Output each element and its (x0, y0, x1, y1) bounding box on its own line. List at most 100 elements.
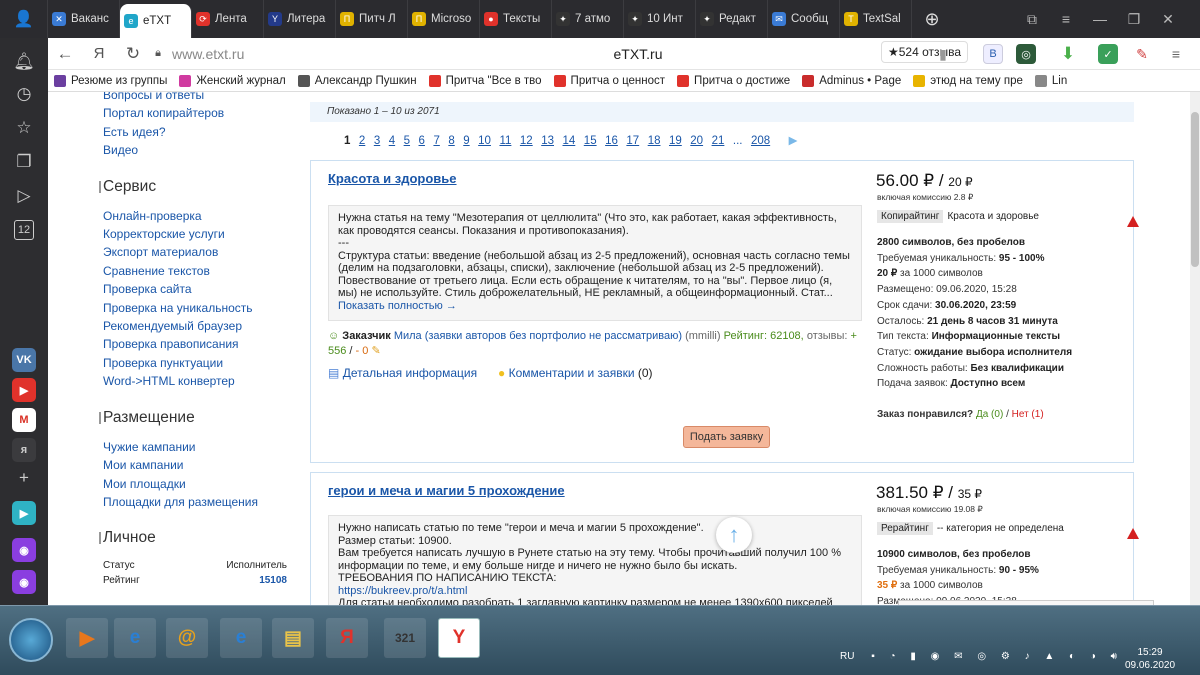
requirements-link[interactable]: https://bukreev.pro/t/a.html (338, 585, 467, 597)
page-link[interactable]: 9 (463, 135, 469, 147)
reviews-minus-link[interactable]: - 0 (356, 345, 369, 357)
tab[interactable]: ✕ Ваканс (48, 0, 120, 38)
scroll-to-top-button[interactable]: ↑ (716, 517, 752, 553)
sidebar-link[interactable]: Проверка пунктуации (103, 354, 343, 372)
scrollbar-thumb[interactable] (1191, 112, 1199, 267)
restore-button[interactable]: ❐ (1117, 11, 1151, 28)
tabs-manager-icon[interactable]: ⧉ (1015, 11, 1049, 28)
bookmark-item[interactable]: Резюме из группы (48, 74, 173, 87)
bookmark-icon[interactable]: ▮ (933, 44, 953, 64)
comments-link-row[interactable]: ● Комментарии и заявки (0) (498, 366, 653, 380)
sidebar-link[interactable]: Экспорт материалов (103, 243, 343, 261)
url-field[interactable]: www.etxt.ru (172, 46, 244, 62)
page-link[interactable]: 20 (690, 135, 703, 147)
language-indicator[interactable]: RU (840, 651, 854, 662)
bookmark-item[interactable]: Александр Пушкин (292, 74, 423, 87)
extension-pen-icon[interactable]: ✎ (1132, 44, 1152, 64)
details-link[interactable]: Детальная информация (343, 366, 477, 380)
page-link[interactable]: 19 (669, 135, 682, 147)
alice-icon[interactable]: ◉ (12, 538, 36, 562)
page-link[interactable]: 12 (520, 135, 533, 147)
back-button[interactable]: ← (48, 38, 82, 70)
sidebar-link[interactable]: Проверка сайта (103, 280, 343, 298)
page-scrollbar[interactable] (1190, 92, 1200, 605)
menu-icon[interactable]: ≡ (1049, 11, 1083, 27)
sidebar-link[interactable]: Есть идея? (103, 123, 343, 141)
comments-link[interactable]: Комментарии и заявки (509, 366, 635, 380)
page-link[interactable]: 11 (499, 135, 511, 147)
gmail-icon[interactable]: M (12, 408, 36, 432)
windows-media-icon[interactable]: ▶ (66, 618, 108, 658)
internet-explorer-2-icon[interactable]: e (220, 618, 262, 658)
page-link[interactable]: 13 (541, 135, 554, 147)
tab[interactable]: ✦ 10 Инт (624, 0, 696, 38)
bookmark-item[interactable]: Женский журнал (173, 74, 291, 87)
tab[interactable]: ● Тексты (480, 0, 552, 38)
youtube-icon[interactable]: ▶ (12, 378, 36, 402)
tray-icons[interactable]: ▪ ◔ ▮ ◉ ✉ ◎ ⚙ ♪ ▲ ◐ ◑ 🔊︎ (871, 651, 1123, 662)
liked-yes-link[interactable]: Да (0) (976, 409, 1003, 420)
warning-icon[interactable] (1127, 216, 1139, 227)
sidebar-link[interactable]: Мои площадки (103, 475, 343, 493)
sidebar-link[interactable]: Вопросы и ответы (103, 92, 343, 104)
tab[interactable]: e eTXT (120, 4, 192, 38)
start-button[interactable] (9, 618, 53, 662)
tab[interactable]: Y Литера (264, 0, 336, 38)
sidebar-link[interactable]: Онлайн-проверка (103, 207, 343, 225)
sidebar-link[interactable]: Чужие кампании (103, 438, 343, 456)
page-link[interactable]: 15 (584, 135, 597, 147)
reviews-button[interactable]: ★524 отзыва (881, 41, 969, 63)
page-link[interactable]: 208 (751, 135, 770, 147)
page-link[interactable]: 17 (626, 135, 639, 147)
apply-button[interactable]: Подать заявку (683, 426, 770, 448)
yandex-browser-icon[interactable]: Y (438, 618, 480, 658)
download-icon[interactable]: ⬇ (1058, 44, 1078, 64)
calendar-icon[interactable]: 12 (14, 220, 34, 240)
vk-icon[interactable]: VK (12, 348, 36, 372)
yandex-button[interactable]: Я (82, 38, 116, 70)
show-full-link[interactable]: Показать полностью → (338, 300, 457, 312)
bookmark-item[interactable]: Притча о достиже (671, 74, 796, 87)
reload-button[interactable]: ↻ (116, 38, 150, 70)
new-tab-button[interactable]: ⊕ (912, 0, 952, 38)
page-link[interactable]: 7 (433, 135, 439, 147)
yandex-icon[interactable]: я (12, 438, 36, 462)
order-title[interactable]: герои и меча и магии 5 прохождение (328, 483, 565, 498)
alice-2-icon[interactable]: ◉ (12, 570, 36, 594)
folder-icon[interactable]: ▤ (272, 618, 314, 658)
minimize-button[interactable]: — (1083, 11, 1117, 27)
extension-circle-icon[interactable]: ◎ (1016, 44, 1036, 64)
zen-icon[interactable]: ▶ (12, 501, 36, 525)
close-window-button[interactable]: ✕ (1151, 11, 1185, 28)
page-link[interactable]: 1 (344, 135, 350, 147)
tab[interactable]: T TextSal (840, 0, 912, 38)
media-player-classic-icon[interactable]: 321 (384, 618, 426, 658)
extension-b-icon[interactable]: B (983, 44, 1003, 64)
page-link[interactable]: 4 (389, 135, 395, 147)
sidebar-link[interactable]: Сравнение текстов (103, 262, 343, 280)
tab[interactable]: ✉ Сообщ (768, 0, 840, 38)
sidebar-link[interactable]: Корректорские услуги (103, 225, 343, 243)
play-icon[interactable]: ▷ (12, 184, 36, 208)
sidebar-link[interactable]: Проверка на уникальность (103, 299, 343, 317)
tab[interactable]: ✦ Редакт (696, 0, 768, 38)
bookmark-item[interactable]: Притча о ценност (548, 74, 672, 87)
page-link[interactable]: 18 (648, 135, 661, 147)
sidebar-link[interactable]: Видео (103, 141, 343, 159)
page-link[interactable]: 5 (404, 135, 410, 147)
rating-value[interactable]: 15108 (259, 573, 287, 588)
sidebar-link[interactable]: Площадки для размещения (103, 493, 343, 511)
liked-no-link[interactable]: Нет (1) (1012, 409, 1044, 420)
customer-name-link[interactable]: Мила (заявки авторов без портфолио не ра… (394, 330, 682, 342)
sidebar-link[interactable]: Портал копирайтеров (103, 104, 343, 122)
tab[interactable]: П Питч Л (336, 0, 408, 38)
sidebar-link[interactable]: Word->HTML конвертер (103, 372, 343, 390)
sidebar-link[interactable]: Проверка правописания (103, 335, 343, 353)
yandex-icon[interactable]: Я (326, 618, 368, 658)
order-title[interactable]: Красота и здоровье (328, 171, 457, 186)
tab[interactable]: ⟳ Лента (192, 0, 264, 38)
mail-icon[interactable]: @ (166, 618, 208, 658)
page-link[interactable]: 6 (419, 135, 425, 147)
bookmark-item[interactable]: этюд на тему пре (907, 74, 1029, 87)
page-link[interactable]: 14 (563, 135, 576, 147)
